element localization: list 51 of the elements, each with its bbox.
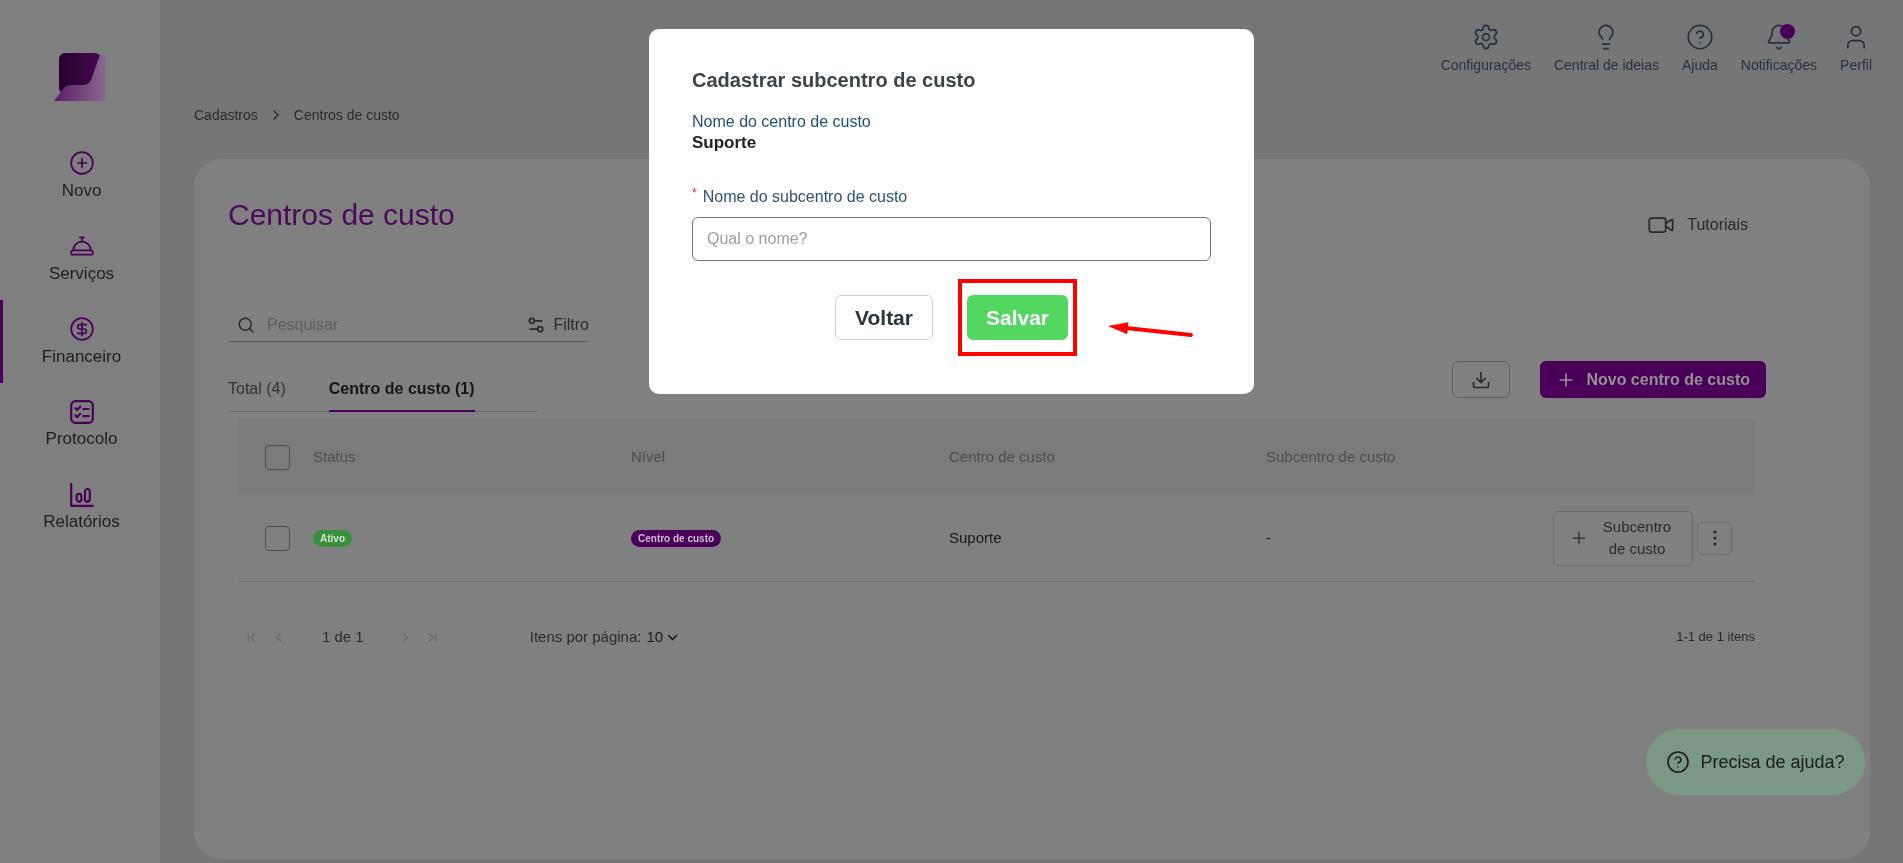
- header-action[interactable]: Perfil: [1840, 23, 1872, 74]
- download-button[interactable]: [1452, 361, 1511, 398]
- status-badge: Ativo: [313, 529, 352, 547]
- tutorials-button[interactable]: Tutoriais: [1647, 211, 1748, 239]
- service-bell-icon: [68, 233, 95, 259]
- modal-title: Cadastrar subcentro de custo: [692, 68, 976, 93]
- page-indicator: 1 de 1: [322, 628, 364, 646]
- sidebar-item[interactable]: Serviços: [0, 217, 160, 300]
- modal-button[interactable]: Voltar: [835, 295, 933, 340]
- download-icon: [1471, 369, 1492, 390]
- logo-icon: [54, 53, 106, 101]
- help-icon: [1685, 23, 1714, 51]
- help-button[interactable]: Precisa de ajuda?: [1646, 729, 1865, 795]
- new-cost-center-button[interactable]: Novo centro de custo: [1540, 361, 1766, 398]
- help-icon: [1666, 750, 1691, 774]
- required-mark: *: [692, 187, 697, 199]
- per-page-label: Itens por página:: [529, 628, 642, 646]
- search-icon: [237, 315, 255, 334]
- header-action[interactable]: Central de ideias: [1553, 23, 1659, 74]
- plus-circle-icon: [68, 150, 95, 176]
- row-checkbox[interactable]: [265, 525, 290, 551]
- filter-button[interactable]: Filtro: [526, 314, 589, 335]
- level-tag: Centro de custo: [631, 529, 722, 547]
- sidebar-item[interactable]: Financeiro: [0, 300, 160, 383]
- per-page-select[interactable]: 10: [646, 628, 681, 646]
- select-all-checkbox[interactable]: [265, 444, 290, 470]
- tab[interactable]: Total (4): [228, 361, 286, 412]
- more-options-button[interactable]: [1697, 521, 1732, 555]
- checklist-icon: [69, 400, 94, 424]
- header-action[interactable]: Configurações: [1440, 23, 1531, 74]
- header-action[interactable]: Ajuda: [1682, 23, 1718, 74]
- bar-chart-icon: [69, 483, 94, 507]
- subcenter-name-input[interactable]: Qual o nome?: [692, 217, 1211, 261]
- breadcrumb-link[interactable]: Cadastros: [194, 106, 258, 124]
- table-cell: Suporte: [949, 529, 1002, 547]
- table-cell: -: [1266, 529, 1271, 547]
- tab[interactable]: Centro de custo (1): [328, 361, 475, 412]
- add-subcenter-button[interactable]: Subcentro de custo: [1553, 510, 1693, 566]
- modal-button[interactable]: Salvar: [967, 295, 1068, 340]
- field-value: Suporte: [692, 132, 757, 154]
- field-label: Nome do centro de custo: [692, 112, 871, 132]
- kebab-menu-icon: [1712, 530, 1717, 546]
- items-range: 1-1 de 1 itens: [1676, 629, 1755, 645]
- page-title: Centros de custo: [228, 197, 455, 233]
- sidebar-item[interactable]: Relatórios: [0, 466, 160, 549]
- sidebar-item[interactable]: Protocolo: [0, 383, 160, 466]
- sidebar-item[interactable]: Novo: [0, 134, 160, 217]
- dollar-circle-icon: [68, 316, 95, 342]
- breadcrumb-current: Centros de custo: [293, 106, 400, 124]
- header-action[interactable]: Notificações: [1740, 23, 1818, 74]
- field-label: Nome do subcentro de custo: [702, 187, 908, 207]
